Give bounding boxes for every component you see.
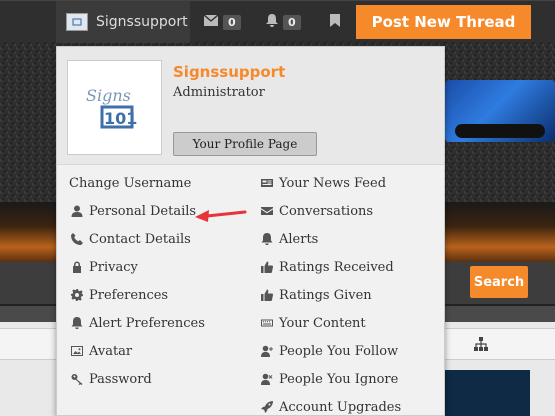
header-banner-image	[445, 80, 555, 142]
sitemap-icon[interactable]	[470, 334, 492, 354]
envelope-icon	[259, 204, 275, 218]
menu-item-people-you-ignore[interactable]: People You Ignore	[259, 365, 401, 393]
menu-item-preferences[interactable]: Preferences	[69, 281, 205, 309]
menu-item-label: People You Ignore	[279, 371, 399, 387]
menu-item-alerts[interactable]: Alerts	[259, 225, 401, 253]
menu-item-account-upgrades[interactable]: Account Upgrades	[259, 393, 401, 416]
menu-item-your-content[interactable]: Your Content	[259, 309, 401, 337]
gear-icon	[69, 288, 85, 302]
account-username[interactable]: Signssupport	[173, 63, 285, 81]
alerts-count: 0	[283, 14, 301, 30]
menu-item-label: Your Content	[279, 315, 366, 331]
menu-item-label: People You Follow	[279, 343, 399, 359]
menu-item-label: Preferences	[89, 287, 169, 303]
menu-item-label: Alert Preferences	[89, 315, 205, 331]
menu-item-label: Conversations	[279, 203, 374, 219]
menu-item-label: Personal Details	[89, 203, 197, 219]
account-dropdown: Signs 101 Signssupport Administrator You…	[56, 46, 445, 416]
bookmark-menu[interactable]	[330, 12, 340, 32]
menu-item-ratings-received[interactable]: Ratings Received	[259, 253, 401, 281]
account-header: Signs 101 Signssupport Administrator You…	[57, 47, 444, 165]
menu-item-label: Ratings Received	[279, 259, 394, 275]
menu-item-label: Ratings Given	[279, 287, 372, 303]
svg-text:101: 101	[104, 109, 137, 128]
annotation-arrow	[195, 210, 247, 222]
key-icon	[69, 372, 85, 386]
menu-item-avatar[interactable]: Avatar	[69, 337, 205, 365]
thumbs-up-icon	[259, 260, 275, 274]
lock-icon	[69, 260, 85, 274]
post-new-thread-button[interactable]: Post New Thread	[356, 5, 531, 39]
menu-item-password[interactable]: Password	[69, 365, 205, 393]
search-button[interactable]: Search	[470, 266, 528, 298]
account-links-right: Your News Feed Conversations Alerts Rati…	[259, 169, 401, 416]
rocket-icon	[259, 400, 275, 414]
menu-item-label: Alerts	[279, 231, 319, 247]
profile-avatar[interactable]: Signs 101	[67, 60, 162, 155]
menu-item-ratings-given[interactable]: Ratings Given	[259, 281, 401, 309]
menu-item-conversations[interactable]: Conversations	[259, 197, 401, 225]
account-role: Administrator	[173, 85, 265, 100]
user-plus-icon	[259, 344, 275, 358]
svg-text:Signs: Signs	[86, 86, 131, 105]
menu-item-personal-details[interactable]: Personal Details	[69, 197, 205, 225]
account-links-left: Change Username Personal Details Contact…	[69, 169, 205, 393]
alerts-menu[interactable]: 0	[266, 12, 301, 32]
menu-item-news-feed[interactable]: Your News Feed	[259, 169, 401, 197]
menu-item-label: Your News Feed	[279, 175, 387, 191]
content-banner-image	[440, 370, 530, 416]
menu-item-label: Avatar	[89, 343, 133, 359]
bell-icon	[69, 316, 85, 330]
top-bar: Signssupport 0 0 Post New Thread	[0, 0, 555, 43]
menu-item-label: Change Username	[69, 175, 192, 191]
conversations-menu[interactable]: 0	[203, 12, 241, 32]
user-icon	[69, 204, 85, 218]
bell-icon	[259, 232, 275, 246]
menu-item-change-username[interactable]: Change Username	[69, 169, 205, 197]
conversations-count: 0	[223, 14, 241, 30]
menu-item-contact-details[interactable]: Contact Details	[69, 225, 205, 253]
menu-item-privacy[interactable]: Privacy	[69, 253, 205, 281]
user-times-icon	[259, 372, 275, 386]
user-menu-tab[interactable]: Signssupport	[56, 1, 190, 43]
phone-icon	[69, 232, 85, 246]
bookmark-icon	[330, 13, 340, 31]
image-icon	[69, 344, 85, 358]
menu-item-label: Contact Details	[89, 231, 191, 247]
keyboard-icon	[259, 316, 275, 330]
topbar-username: Signssupport	[96, 14, 188, 30]
your-profile-page-button[interactable]: Your Profile Page	[173, 132, 317, 156]
menu-item-label: Password	[89, 371, 152, 387]
thumbs-up-icon	[259, 288, 275, 302]
menu-item-label: Privacy	[89, 259, 138, 275]
menu-item-people-you-follow[interactable]: People You Follow	[259, 337, 401, 365]
mini-avatar	[66, 13, 88, 31]
menu-item-label: Account Upgrades	[279, 399, 402, 415]
menu-item-alert-preferences[interactable]: Alert Preferences	[69, 309, 205, 337]
newspaper-icon	[259, 176, 275, 190]
envelope-icon	[203, 13, 219, 30]
bell-icon	[266, 13, 278, 31]
